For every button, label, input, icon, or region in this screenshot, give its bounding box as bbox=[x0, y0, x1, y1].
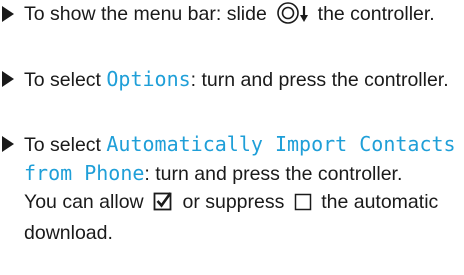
bullet-arrow-icon bbox=[2, 6, 14, 22]
note-text: You can allow or suppress the automatic … bbox=[24, 188, 460, 247]
step-text: To select bbox=[24, 134, 107, 156]
step-select-options: To select Options: turn and press the co… bbox=[0, 65, 460, 94]
note-part-allow: You can allow bbox=[24, 191, 144, 213]
step-text: : turn and press the controller. bbox=[190, 69, 449, 91]
step-text: the controller. bbox=[317, 3, 435, 25]
step-select-auto-import: To select Automatically Import Contacts … bbox=[0, 130, 460, 247]
step-text: To select bbox=[24, 69, 107, 91]
bullet-arrow-icon bbox=[2, 136, 14, 152]
menu-option-options: Options bbox=[106, 67, 191, 91]
instruction-page: To show the menu bar: slide the controll… bbox=[0, 0, 464, 275]
note-part-suppress: or suppress bbox=[182, 191, 285, 213]
step-text: To show the menu bar: slide bbox=[24, 3, 267, 25]
bullet-arrow-icon bbox=[2, 71, 14, 87]
checked-box-icon bbox=[153, 191, 173, 219]
step-text: : turn and press the controller. bbox=[144, 163, 403, 185]
step-show-menu-bar: To show the menu bar: slide the controll… bbox=[0, 0, 460, 33]
controller-slide-down-icon bbox=[276, 1, 310, 33]
unchecked-box-icon bbox=[294, 191, 312, 219]
